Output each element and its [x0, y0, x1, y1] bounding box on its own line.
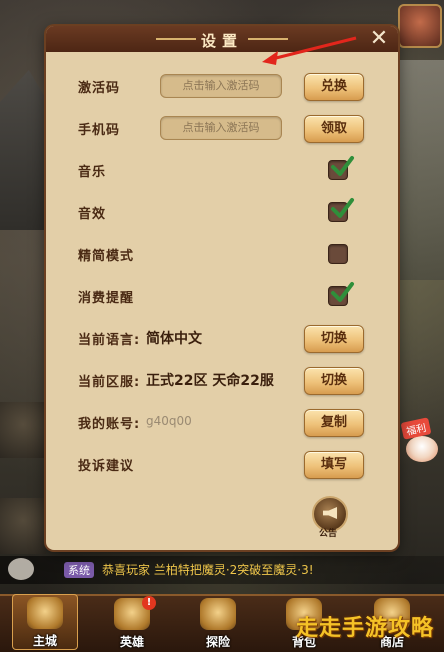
- server-label: 当前区服:: [78, 375, 141, 390]
- settings-panel: 设置 ✕ 激活码 点击输入激活码 兑换 手机码 点击输入激活码 领取 音乐 音效…: [46, 26, 398, 550]
- row-activation: 激活码 点击输入激活码 兑换: [46, 68, 398, 104]
- chat-tag: 系统: [64, 562, 94, 578]
- row-spend-reminder: 消费提醒: [46, 278, 398, 314]
- row-account: 我的账号: g40q00 复制: [46, 404, 398, 440]
- redeem-button[interactable]: 兑换: [304, 73, 364, 101]
- check-icon: [331, 156, 354, 176]
- feedback-label: 投诉建议: [78, 459, 135, 474]
- server-value: 正式22区 天命22服: [146, 373, 274, 389]
- activation-label: 激活码: [78, 81, 121, 96]
- chat-message: 恭喜玩家 兰柏特把魔灵·2突破至魔灵·3!: [102, 563, 314, 577]
- chat-ticker[interactable]: 系统 恭喜玩家 兰柏特把魔灵·2突破至魔灵·3!: [0, 556, 444, 584]
- panel-title: 设置: [200, 32, 243, 50]
- activation-input[interactable]: 点击输入激活码: [160, 74, 282, 98]
- switch-language-button[interactable]: 切换: [304, 325, 364, 353]
- close-icon[interactable]: ✕: [368, 28, 390, 50]
- nav-label: 英雄: [119, 635, 144, 649]
- background-building-right: [398, 60, 444, 280]
- copy-button[interactable]: 复制: [304, 409, 364, 437]
- check-icon: [331, 198, 354, 218]
- panel-header: 设置 ✕: [46, 26, 398, 52]
- music-checkbox[interactable]: [328, 156, 354, 180]
- watermark: 走走手游攻略: [295, 616, 434, 641]
- language-value: 简体中文: [146, 331, 202, 347]
- switch-server-button[interactable]: 切换: [304, 367, 364, 395]
- chat-bubble-icon[interactable]: [8, 558, 34, 580]
- castle-icon: [27, 597, 63, 629]
- sound-label: 音效: [78, 207, 107, 222]
- row-server: 当前区服: 正式22区 天命22服 切换: [46, 362, 398, 398]
- notice-label: 公告: [318, 529, 337, 539]
- simple-mode-checkbox[interactable]: [328, 244, 348, 264]
- phone-label: 手机码: [78, 123, 121, 138]
- sound-checkbox[interactable]: [328, 198, 354, 222]
- phone-input[interactable]: 点击输入激活码: [160, 116, 282, 140]
- claim-button[interactable]: 领取: [304, 115, 364, 143]
- nav-explore[interactable]: 探险: [186, 596, 250, 650]
- spend-reminder-checkbox[interactable]: [328, 282, 354, 306]
- check-icon: [331, 282, 354, 302]
- nav-label: 探险: [205, 635, 230, 649]
- welfare-face-icon: [406, 436, 438, 462]
- row-sound: 音效: [46, 194, 398, 230]
- music-label: 音乐: [78, 165, 107, 180]
- side-quest-icon[interactable]: [0, 402, 46, 458]
- nav-heroes[interactable]: ! 英雄: [100, 596, 164, 650]
- notification-badge: !: [142, 596, 156, 610]
- account-value: g40q00: [146, 414, 192, 428]
- simple-mode-label: 精简模式: [78, 249, 135, 264]
- welfare-button[interactable]: 福利: [400, 416, 442, 464]
- account-label: 我的账号:: [78, 417, 141, 432]
- side-system-icon[interactable]: [0, 498, 46, 554]
- row-music: 音乐: [46, 152, 398, 188]
- row-language: 当前语言: 简体中文 切换: [46, 320, 398, 356]
- spend-reminder-label: 消费提醒: [78, 291, 135, 306]
- notice-button[interactable]: 公告: [310, 496, 348, 539]
- corner-avatar-icon[interactable]: [398, 4, 442, 48]
- title-ornament: [248, 38, 288, 40]
- background-building-left: [0, 70, 48, 230]
- nav-label: 主城: [32, 634, 57, 648]
- row-feedback: 投诉建议 填写: [46, 446, 398, 482]
- nav-main-city[interactable]: 主城: [12, 594, 78, 650]
- row-simple-mode: 精简模式: [46, 236, 398, 272]
- language-label: 当前语言:: [78, 333, 141, 348]
- row-phone: 手机码 点击输入激活码 领取: [46, 110, 398, 146]
- fill-feedback-button[interactable]: 填写: [304, 451, 364, 479]
- sword-icon: [200, 598, 236, 630]
